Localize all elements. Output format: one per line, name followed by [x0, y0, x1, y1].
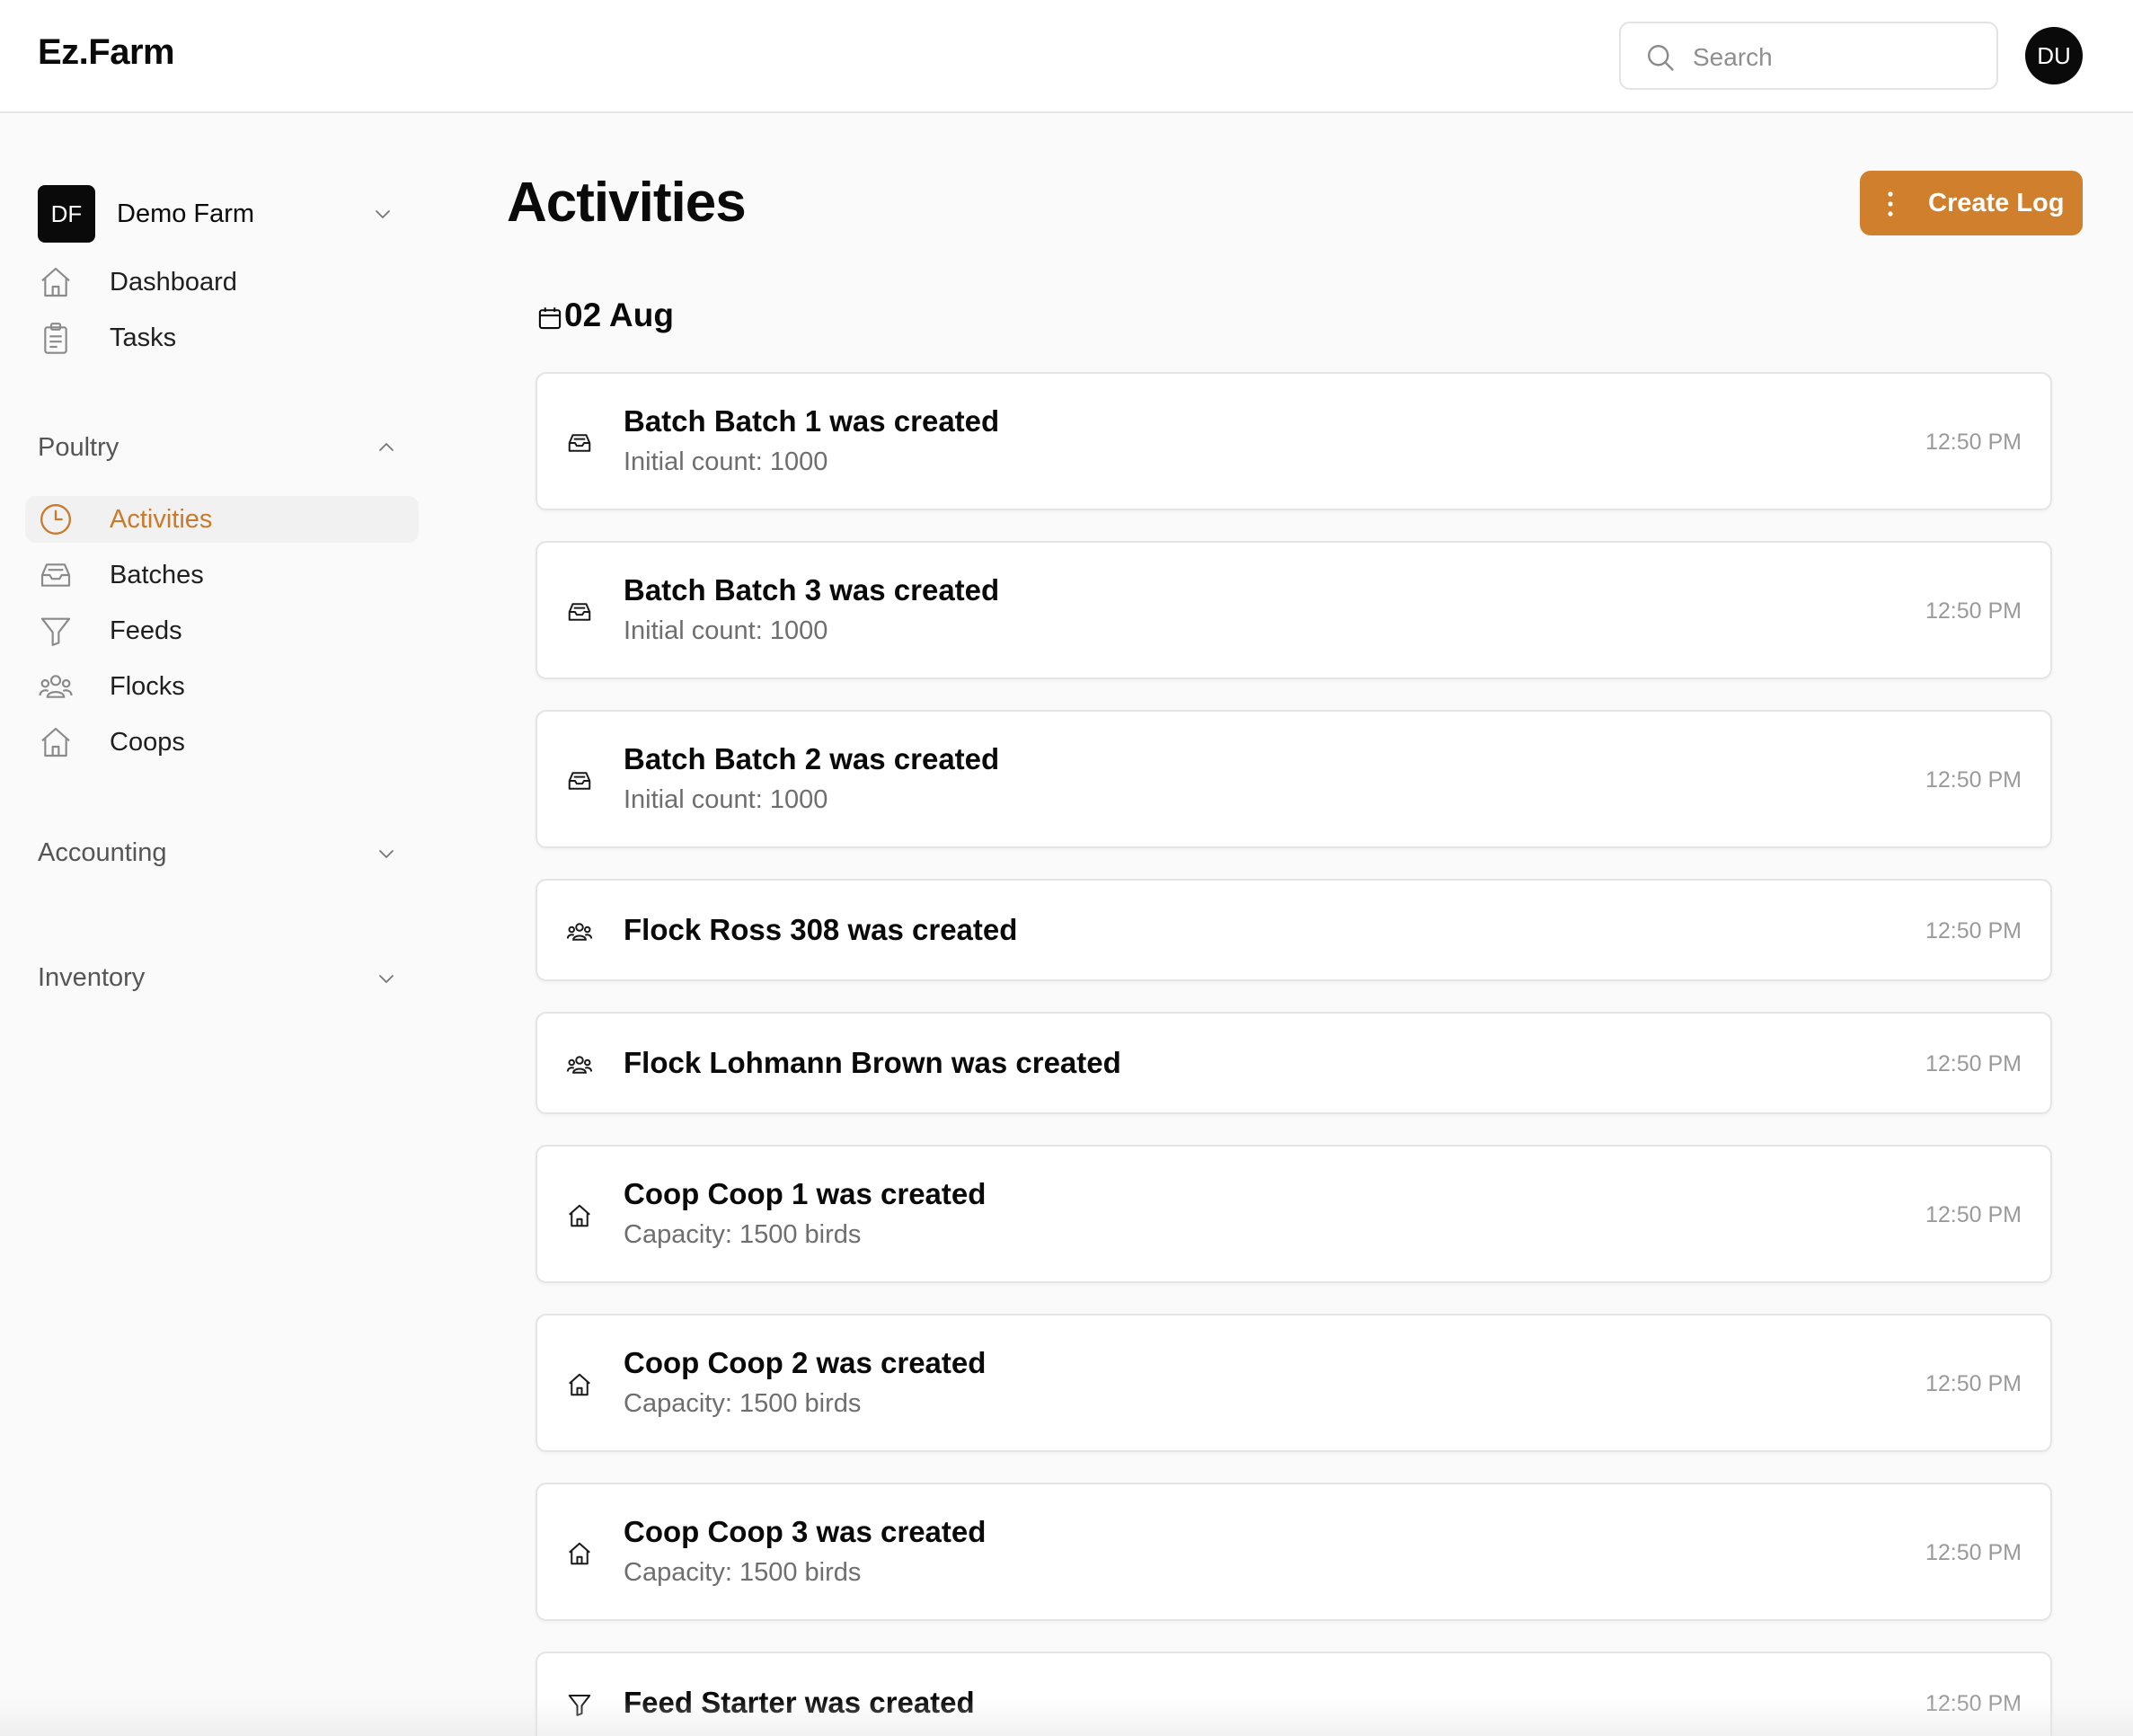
activity-title: Batch Batch 3 was created — [624, 573, 1000, 607]
activity-time: 12:50 PM — [1925, 598, 2022, 624]
activity-title: Feed Starter was created — [624, 1686, 975, 1719]
sidebar-item-flocks[interactable]: Flocks — [25, 663, 419, 710]
users-icon — [566, 923, 593, 941]
activity-subtitle: Initial count: 1000 — [624, 616, 828, 645]
activity-card[interactable]: Batch Batch 2 was created Initial count:… — [535, 710, 2052, 848]
section-inventory[interactable]: Inventory — [38, 963, 145, 993]
top-bar: Ez.Farm Search DU — [0, 0, 2133, 113]
activity-title: Flock Lohmann Brown was created — [624, 1046, 1121, 1079]
home-icon — [41, 267, 70, 297]
clock-icon — [40, 504, 71, 535]
date-label: 02 Aug — [564, 297, 674, 333]
search-placeholder: Search — [1693, 43, 1773, 71]
create-log-button[interactable]: Create Log — [1860, 171, 2083, 235]
activity-title: Coop Coop 3 was created — [624, 1515, 987, 1548]
inbox-icon — [568, 434, 591, 452]
activity-time: 12:50 PM — [1925, 1691, 2022, 1716]
sidebar-item-label: Activities — [110, 505, 213, 534]
inbox-icon — [568, 772, 591, 790]
home-icon — [569, 1373, 590, 1396]
activity-time: 12:50 PM — [1925, 918, 2022, 943]
chevron-up-icon[interactable] — [376, 437, 397, 458]
inbox-icon — [40, 563, 71, 587]
sidebar-item-dashboard[interactable]: Dashboard — [25, 259, 419, 306]
sidebar-item-label: Coops — [110, 728, 185, 757]
activity-time: 12:50 PM — [1925, 1371, 2022, 1396]
farm-name: Demo Farm — [117, 199, 255, 228]
section-accounting[interactable]: Accounting — [38, 838, 167, 868]
activity-card[interactable]: Batch Batch 3 was created Initial count:… — [535, 541, 2052, 679]
farm-switcher[interactable]: DF Demo Farm — [38, 185, 406, 243]
sidebar-item-activities[interactable]: Activities — [25, 496, 419, 543]
activity-time: 12:50 PM — [1925, 1540, 2022, 1565]
activity-subtitle: Initial count: 1000 — [624, 785, 828, 814]
activity-time: 12:50 PM — [1925, 1202, 2022, 1227]
activity-time: 12:50 PM — [1925, 767, 2022, 793]
activity-card[interactable]: Coop Coop 2 was created Capacity: 1500 b… — [535, 1314, 2052, 1452]
users-icon — [566, 1056, 593, 1074]
activity-title: Coop Coop 2 was created — [624, 1346, 987, 1379]
sidebar-item-feeds[interactable]: Feeds — [25, 607, 419, 654]
more-vertical-icon — [1888, 191, 1893, 217]
activity-title: Flock Ross 308 was created — [624, 913, 1018, 946]
app-logo[interactable]: Ez.Farm — [38, 32, 175, 73]
activity-subtitle: Capacity: 1500 birds — [624, 1220, 862, 1249]
home-icon — [569, 1204, 590, 1227]
sidebar-item-label: Feeds — [110, 616, 182, 645]
clipboard-icon — [44, 323, 67, 354]
sidebar-item-coops[interactable]: Coops — [25, 719, 419, 766]
sidebar-item-batches[interactable]: Batches — [25, 552, 419, 598]
activity-title: Batch Batch 1 was created — [624, 404, 1000, 438]
activity-card[interactable]: Batch Batch 1 was created Initial count:… — [535, 372, 2052, 510]
activity-title: Batch Batch 2 was created — [624, 742, 1000, 775]
inbox-icon — [568, 603, 591, 621]
users-icon — [39, 675, 73, 698]
sidebar-item-label: Tasks — [110, 323, 177, 352]
section-poultry[interactable]: Poultry — [38, 433, 119, 463]
activity-card[interactable]: Flock Ross 308 was created 12:50 PM — [535, 879, 2052, 981]
chevron-down-icon[interactable] — [376, 843, 397, 864]
user-avatar[interactable]: DU — [2025, 27, 2083, 84]
sidebar-item-label: Batches — [110, 561, 204, 589]
funnel-icon — [568, 1695, 591, 1716]
activity-time: 12:50 PM — [1925, 1051, 2022, 1076]
sidebar: DF Demo Farm Dashboard Tasks Poultry Act… — [0, 115, 440, 1736]
activity-subtitle: Initial count: 1000 — [624, 447, 828, 476]
calendar-icon — [538, 307, 562, 330]
activity-title: Coop Coop 1 was created — [624, 1177, 987, 1210]
activity-card[interactable]: Feed Starter was created 12:50 PM — [535, 1652, 2052, 1736]
activity-subtitle: Capacity: 1500 birds — [624, 1389, 862, 1418]
sidebar-item-label: Flocks — [110, 672, 185, 701]
search-input[interactable]: Search — [1619, 22, 1998, 90]
sidebar-item-tasks[interactable]: Tasks — [25, 314, 419, 361]
page-title: Activities — [507, 172, 747, 234]
chevron-down-icon — [376, 210, 390, 218]
search-icon — [1648, 45, 1674, 71]
home-icon — [569, 1542, 590, 1565]
farm-avatar: DF — [38, 185, 95, 243]
chevron-down-icon[interactable] — [376, 968, 397, 989]
activity-card[interactable]: Coop Coop 3 was created Capacity: 1500 b… — [535, 1483, 2052, 1621]
funnel-icon — [40, 617, 71, 646]
activity-card[interactable]: Flock Lohmann Brown was created 12:50 PM — [535, 1012, 2052, 1114]
activity-card[interactable]: Coop Coop 1 was created Capacity: 1500 b… — [535, 1145, 2052, 1283]
activity-time: 12:50 PM — [1925, 430, 2022, 455]
home-icon — [41, 727, 70, 757]
sidebar-item-label: Dashboard — [110, 268, 237, 297]
create-log-label: Create Log — [1928, 189, 2065, 217]
activity-subtitle: Capacity: 1500 birds — [624, 1558, 862, 1587]
